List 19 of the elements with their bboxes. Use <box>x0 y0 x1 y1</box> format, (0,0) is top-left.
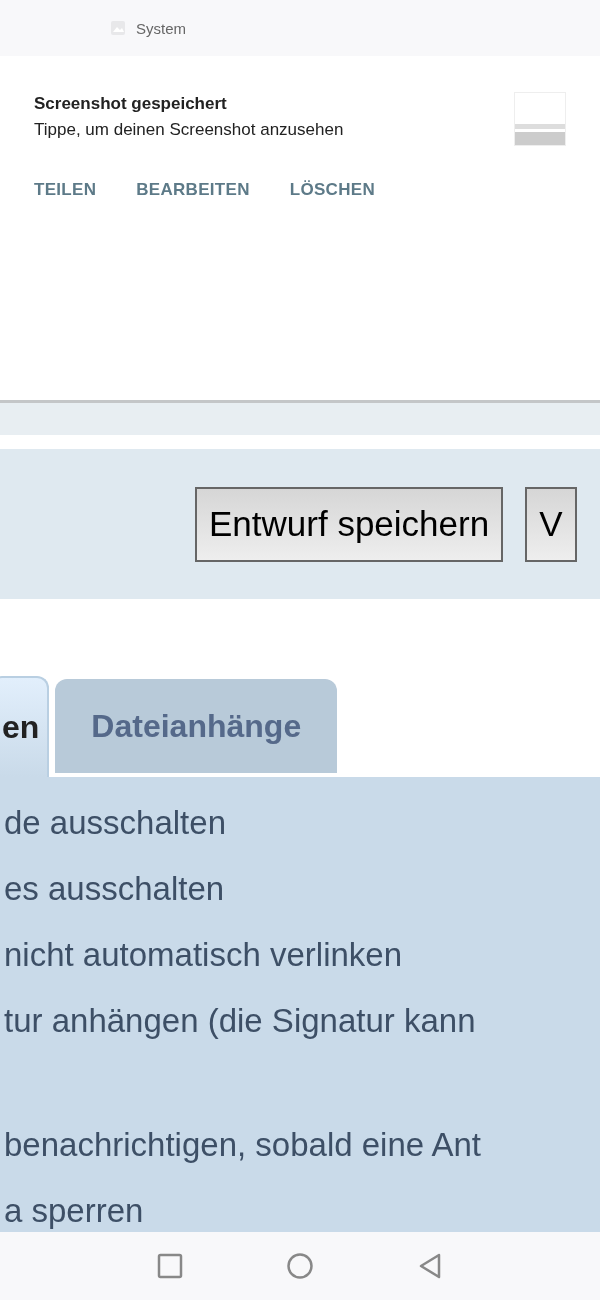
notification-text: Tippe, um deinen Screenshot anzusehen <box>34 120 344 140</box>
screenshot-thumbnail[interactable] <box>514 92 566 146</box>
recents-icon[interactable] <box>157 1253 183 1279</box>
app-name: System <box>136 19 186 37</box>
home-icon[interactable] <box>287 1253 313 1279</box>
notification-action[interactable]: LÖSCHEN <box>289 180 375 200</box>
option-label: es ausschalten <box>4 872 225 906</box>
option-label: benachrichtigen, sobald eine Ant <box>4 1128 482 1162</box>
back-icon[interactable] <box>417 1253 443 1279</box>
notification-action[interactable]: BEARBEITEN <box>136 180 250 200</box>
notification-action[interactable]: TEILEN <box>34 180 97 200</box>
tab[interactable]: en <box>0 676 50 777</box>
notification-title: Screenshot gespeichert <box>34 94 228 114</box>
form-button[interactable]: V <box>525 486 577 562</box>
form-button[interactable]: Entwurf speichern <box>195 486 504 562</box>
option-label: nicht automatisch verlinken <box>4 938 403 972</box>
option-label: a sperren <box>4 1194 144 1228</box>
option-label: tur anhängen (die Signatur kann <box>4 1004 476 1038</box>
option-label: de ausschalten <box>4 806 226 840</box>
